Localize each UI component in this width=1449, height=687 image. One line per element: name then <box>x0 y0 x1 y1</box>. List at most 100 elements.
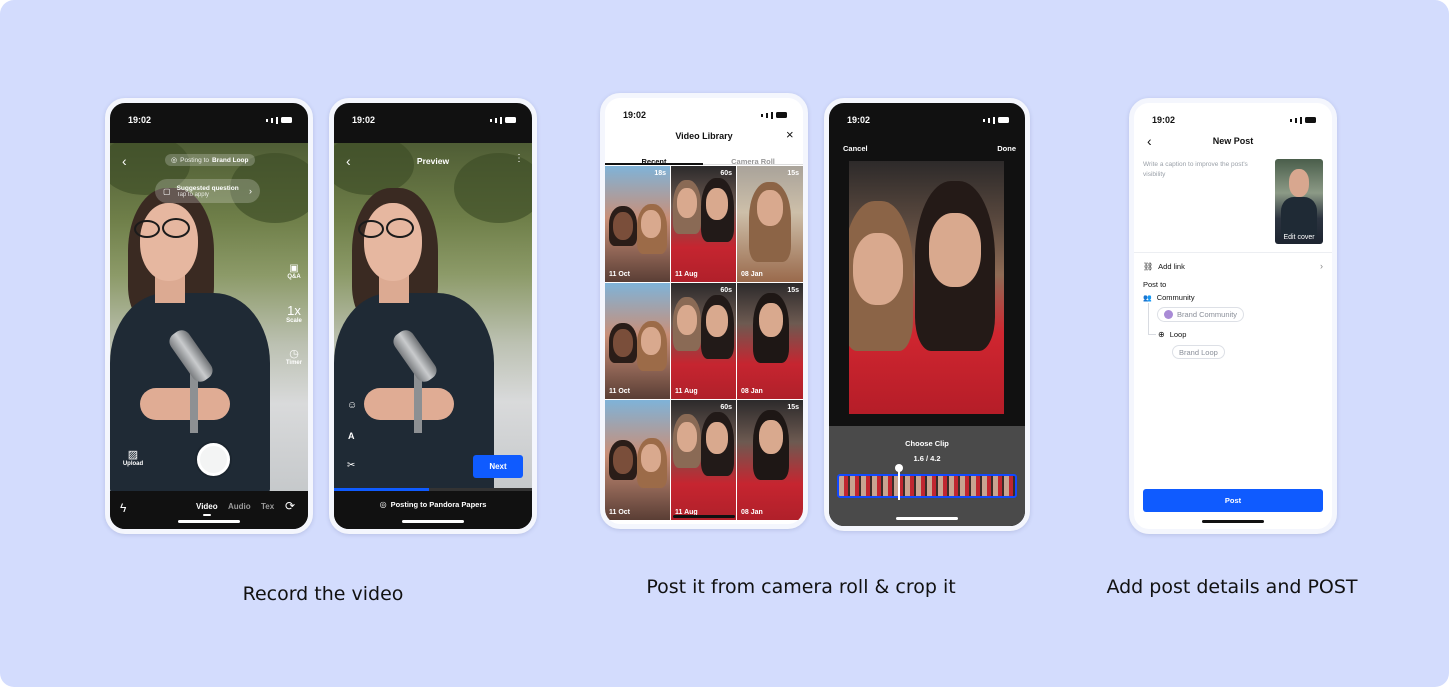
mode-video[interactable]: Video <box>196 502 218 511</box>
video-duration: 60s <box>720 170 732 177</box>
status-icons <box>983 116 1009 124</box>
suggested-question-card[interactable]: ▢ Suggested question Tap to apply › <box>155 179 260 203</box>
tree-line <box>1148 303 1156 335</box>
scale-tool[interactable]: 1x Scale <box>282 303 306 324</box>
brand-community-label: Brand Community <box>1177 310 1238 319</box>
clip-timeline[interactable] <box>837 474 1017 498</box>
brand-community-chip[interactable]: Brand Community <box>1157 307 1245 322</box>
community-avatar <box>1164 310 1173 319</box>
timer-icon: ◷ <box>289 348 299 360</box>
choose-clip-title: Choose Clip <box>905 439 949 448</box>
tab-recent-label: Recent <box>641 157 667 166</box>
video-date: 11 Oct <box>609 509 631 516</box>
status-bar: 19:02 <box>605 98 803 132</box>
caption-input[interactable]: Write a caption to improve the post's vi… <box>1143 160 1265 181</box>
back-icon[interactable]: ‹ <box>122 153 127 169</box>
upload-label: Upload <box>122 461 144 467</box>
tab-recent[interactable]: Recent <box>605 151 703 166</box>
video-duration: 15s <box>787 287 799 294</box>
community-row: 👥 Community <box>1143 293 1195 302</box>
community-label: Community <box>1156 293 1195 302</box>
post-button[interactable]: Post <box>1143 489 1323 512</box>
library-title: Video Library <box>675 131 733 141</box>
posting-to-target: Brand Loop <box>212 156 249 164</box>
post-to-label: Post to <box>1143 280 1167 289</box>
flip-camera-icon[interactable]: ⟳ <box>285 499 295 513</box>
video-date: 11 Aug <box>675 271 698 278</box>
video-duration: 18s <box>654 170 666 177</box>
status-icons <box>1290 116 1316 124</box>
chevron-right-icon: › <box>1320 261 1323 271</box>
home-indicator <box>673 515 735 518</box>
video-duration: 15s <box>787 170 799 177</box>
posting-to-pill[interactable]: ◎ Posting to Brand Loop <box>165 154 255 166</box>
qa-label: Q&A <box>287 274 301 280</box>
video-duration: 60s <box>720 287 732 294</box>
done-button[interactable]: Done <box>997 144 1016 153</box>
mode-audio[interactable]: Audio <box>228 502 251 511</box>
next-button[interactable]: Next <box>473 455 523 478</box>
status-time: 19:02 <box>623 110 647 120</box>
video-cell[interactable]: 15s 08 Jan <box>737 283 803 399</box>
add-link-row[interactable]: ⛓ Add link › <box>1143 260 1323 272</box>
status-icons <box>490 116 516 124</box>
timeline-playhead[interactable] <box>895 464 903 500</box>
video-cell[interactable]: 18s 11 Oct <box>605 166 670 282</box>
video-cell[interactable]: 60s 11 Aug <box>671 400 736 520</box>
crop-video-frame[interactable] <box>849 161 1004 414</box>
video-cell[interactable]: 60s 11 Aug <box>671 283 736 399</box>
tab-camera-roll[interactable]: Camera Roll <box>703 151 803 166</box>
video-cell[interactable]: 11 Oct <box>605 283 670 399</box>
posting-to-bar: ◎ Posting to Pandora Papers <box>334 491 532 529</box>
video-date: 11 Aug <box>675 388 698 395</box>
cancel-button[interactable]: Cancel <box>843 144 868 153</box>
video-date: 11 Oct <box>609 388 631 395</box>
text-tool-icon[interactable]: A <box>348 431 355 441</box>
posting-to-prefix: Posting to <box>180 156 210 164</box>
video-cell[interactable]: 15s 08 Jan <box>737 166 803 282</box>
question-icon: ▢ <box>163 186 171 196</box>
upload-button[interactable]: ▨ Upload <box>120 448 146 467</box>
scissors-icon[interactable]: ✂ <box>347 460 355 471</box>
sticker-icon[interactable]: ☺ <box>347 400 357 411</box>
home-indicator <box>1202 520 1264 523</box>
home-indicator <box>402 520 464 523</box>
clip-range: 1.6 / 4.2 <box>913 454 941 463</box>
loop-row: ⊕ Loop <box>1158 330 1186 339</box>
cover-thumbnail[interactable]: Edit cover <box>1275 159 1323 244</box>
caption-post: Add post details and POST <box>1106 576 1358 598</box>
video-grid: 18s 11 Oct 60s 11 Aug 15s 08 Jan 11 Oct <box>605 166 803 520</box>
video-date: 08 Jan <box>741 271 763 278</box>
status-time: 19:02 <box>352 115 376 125</box>
close-icon[interactable]: × <box>786 127 794 142</box>
community-icon: 👥 <box>1143 294 1152 302</box>
video-cell[interactable]: 15s 08 Jan <box>737 400 803 520</box>
preview-photo <box>334 143 532 488</box>
status-time: 19:02 <box>847 115 871 125</box>
brand-loop-chip[interactable]: Brand Loop <box>1172 345 1225 359</box>
posting-to-text: Posting to Pandora Papers <box>390 500 487 509</box>
phone-preview: 19:02 ‹ Preview ⋮ ☺ A ✂ Next ◎ Posting t… <box>329 98 537 534</box>
timer-label: Timer <box>285 360 303 366</box>
mode-text[interactable]: Tex <box>261 502 274 511</box>
timer-tool[interactable]: ◷ Timer <box>282 347 306 366</box>
status-bar: 19:02 <box>110 103 308 137</box>
video-cell[interactable]: 60s 11 Aug <box>671 166 736 282</box>
more-icon[interactable]: ⋮ <box>514 153 524 164</box>
status-icons <box>266 116 292 124</box>
camera-bottom-bar: ϟ Video Audio Tex ⟳ <box>110 491 308 529</box>
record-button[interactable] <box>197 443 230 476</box>
divider <box>1134 252 1332 253</box>
qa-tool[interactable]: ▣ Q&A <box>282 263 306 280</box>
home-indicator <box>178 520 240 523</box>
status-time: 19:02 <box>128 115 152 125</box>
suggested-question-title: Suggested question <box>176 184 239 192</box>
new-post-title: New Post <box>1212 136 1254 146</box>
video-duration: 15s <box>787 404 799 411</box>
video-cell[interactable]: 11 Oct <box>605 400 670 520</box>
link-icon: ⛓ <box>1143 261 1154 271</box>
phone-new-post: 19:02 ‹ New Post Write a caption to impr… <box>1129 98 1337 534</box>
flash-off-icon[interactable]: ϟ <box>120 501 126 515</box>
tab-camera-roll-label: Camera Roll <box>731 157 775 166</box>
canvas: 19:02 ‹ ◎ Posting to Brand Loop ▢ Sugges… <box>0 0 1449 687</box>
